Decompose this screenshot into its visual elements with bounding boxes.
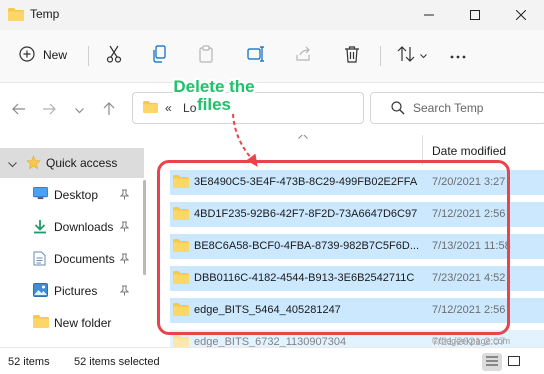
navigation-pane: Quick access Desktop Downloads Documents [0, 135, 148, 347]
pin-icon [119, 221, 130, 235]
tiles-view-button[interactable] [504, 353, 524, 371]
sidebar-item-label: Desktop [54, 188, 99, 202]
up-button[interactable] [98, 99, 120, 121]
pin-icon [119, 285, 130, 299]
folder-icon [8, 8, 24, 24]
sort-ascending-icon [298, 135, 308, 142]
command-bar: New [0, 30, 544, 83]
sidebar-item-pictures[interactable]: Pictures [0, 276, 144, 306]
sidebar-scrollbar[interactable] [143, 180, 146, 275]
list-view-icon [486, 355, 498, 369]
picture-icon [33, 283, 48, 300]
column-name[interactable]: Name [172, 144, 204, 158]
more-button[interactable] [444, 40, 472, 70]
sidebar-item-downloads[interactable]: Downloads [0, 212, 144, 242]
sidebar-item-new-folder[interactable]: New folder [0, 308, 144, 338]
clipboard-icon [198, 44, 214, 66]
search-placeholder: Search Temp [413, 101, 484, 115]
folder-icon [173, 335, 189, 347]
annotation-label: Delete the files [173, 77, 255, 114]
sidebar-item-quick-access[interactable]: Quick access [0, 148, 144, 178]
share-button[interactable] [290, 40, 318, 70]
annotation-arrow-icon [232, 113, 258, 167]
status-bar: 52 items 52 items selected [0, 347, 544, 374]
chevron-down-icon [74, 103, 84, 117]
maximize-button[interactable] [452, 0, 498, 30]
arrow-right-icon [42, 103, 56, 118]
copy-button[interactable] [146, 40, 174, 70]
more-icon [450, 48, 466, 62]
sidebar-item-label: Downloads [54, 220, 114, 234]
separator [380, 46, 381, 66]
sidebar-item-label: New folder [54, 316, 112, 330]
share-icon [295, 46, 313, 65]
rename-icon [247, 45, 265, 65]
trash-icon [344, 45, 360, 66]
copy-icon [152, 44, 168, 66]
close-button[interactable] [498, 0, 544, 30]
plus-icon [19, 45, 35, 65]
download-icon [33, 219, 47, 237]
recent-locations-button[interactable] [68, 99, 90, 121]
folder-icon [33, 315, 49, 331]
desktop-icon [33, 187, 48, 203]
sidebar-item-label: Quick access [46, 156, 118, 170]
sidebar-item-label: Pictures [54, 284, 98, 298]
cut-button[interactable] [100, 40, 128, 70]
sidebar-item-documents[interactable]: Documents [0, 244, 144, 274]
pin-icon [119, 189, 130, 203]
column-date-modified[interactable]: Date modified [432, 144, 506, 158]
tiles-view-icon [508, 355, 520, 369]
sidebar-item-desktop[interactable]: Desktop [0, 180, 144, 210]
paste-button[interactable] [192, 40, 220, 70]
arrow-left-icon [12, 103, 26, 118]
separator [88, 46, 89, 66]
pin-icon [119, 253, 130, 267]
selected-count: 52 items selected [74, 356, 160, 368]
new-label: New [42, 48, 67, 62]
sort-button[interactable] [392, 40, 432, 70]
star-icon [26, 155, 41, 173]
title-bar: Temp [0, 0, 544, 30]
folder-icon [143, 101, 158, 116]
chevron-down-icon [420, 48, 427, 62]
sort-icon [397, 45, 415, 65]
sidebar-item-label: Documents [54, 252, 115, 266]
search-icon [391, 101, 405, 118]
document-icon [33, 251, 46, 269]
window-title: Temp [30, 7, 60, 21]
item-count: 52 items [8, 356, 50, 368]
arrow-up-icon [103, 101, 115, 119]
minimize-button[interactable] [406, 0, 452, 30]
delete-button[interactable] [338, 40, 366, 70]
file-name: edge_BITS_6732_1130907304 [194, 336, 347, 347]
watermark: ©thegeekpage.com [432, 336, 511, 346]
details-view-button[interactable] [482, 353, 502, 371]
chevron-down-icon[interactable] [8, 157, 17, 171]
rename-button[interactable] [242, 40, 270, 70]
forward-button[interactable] [38, 99, 60, 121]
scissors-icon [106, 45, 122, 66]
search-box[interactable]: Search Temp [370, 92, 544, 124]
selection-highlight-box [157, 160, 510, 335]
back-button[interactable] [8, 99, 30, 121]
new-button[interactable]: New [14, 40, 72, 70]
